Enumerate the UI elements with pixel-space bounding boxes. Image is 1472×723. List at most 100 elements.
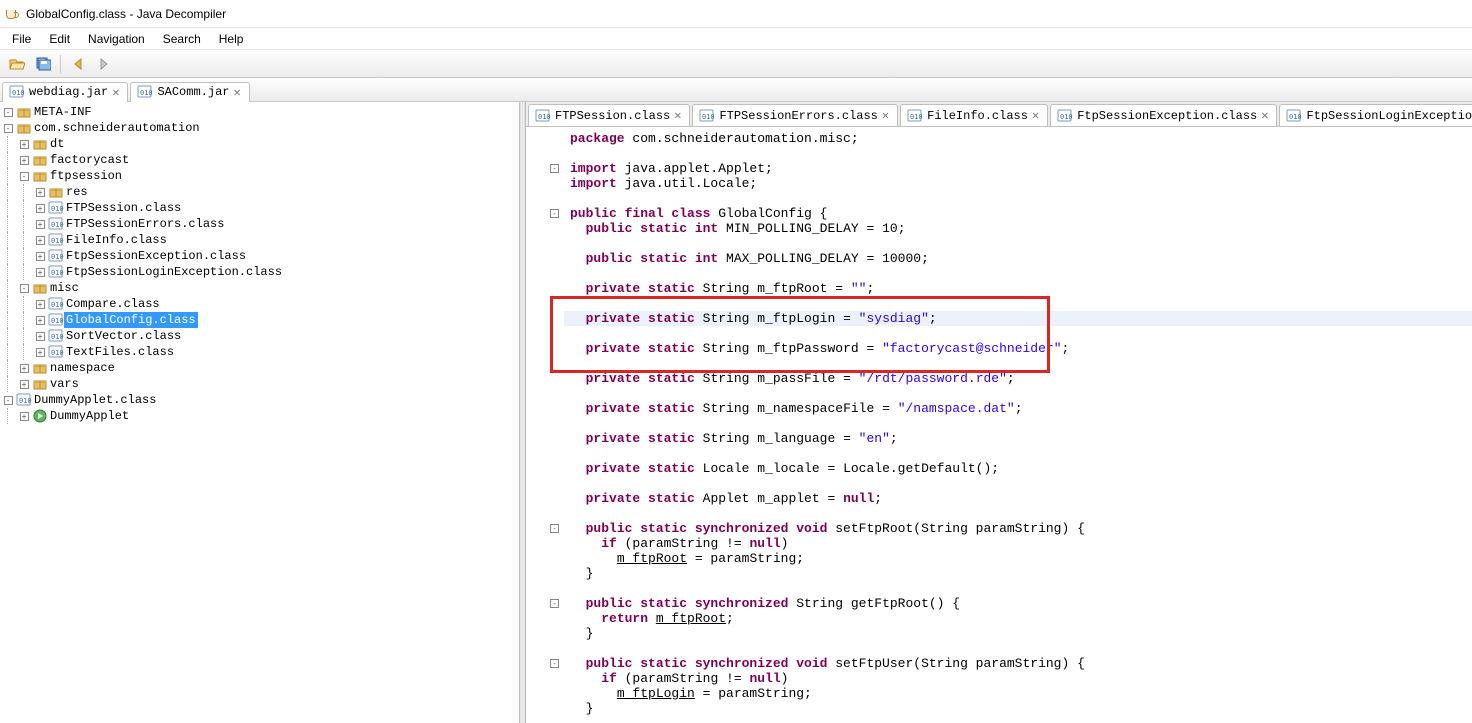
code-line[interactable]: m_ftpLogin = paramString; (564, 686, 1472, 701)
code-line[interactable]: private static Locale m_locale = Locale.… (564, 461, 1472, 476)
tree-row[interactable]: +factorycast (0, 152, 519, 168)
menu-navigation[interactable]: Navigation (80, 30, 153, 48)
code-line[interactable] (564, 356, 1472, 371)
fold-toggle[interactable]: - (550, 524, 559, 533)
code-line[interactable] (564, 416, 1472, 431)
tree-row[interactable]: +010FileInfo.class (0, 232, 519, 248)
code-line[interactable]: private static String m_language = "en"; (564, 431, 1472, 446)
toggle-icon[interactable]: - (16, 280, 32, 296)
code-line[interactable] (564, 266, 1472, 281)
code-line[interactable]: if (paramString != null) (564, 671, 1472, 686)
tree-row[interactable]: +dt (0, 136, 519, 152)
editor-tab[interactable]: 010FtpSessionException.class ✕ (1050, 104, 1277, 126)
toggle-icon[interactable]: + (32, 184, 48, 200)
code-line[interactable]: public static synchronized void setFtpRo… (564, 521, 1472, 536)
code-line[interactable]: import java.util.Locale; (564, 176, 1472, 191)
tree-row[interactable]: +010FtpSessionException.class (0, 248, 519, 264)
toggle-icon[interactable]: + (32, 232, 48, 248)
code-line[interactable] (564, 236, 1472, 251)
tree-row[interactable]: -com.schneiderautomation (0, 120, 519, 136)
jar-tab[interactable]: 010SAComm.jar ✕ (130, 82, 249, 102)
save-all-button[interactable] (32, 53, 54, 75)
tree-row[interactable]: +vars (0, 376, 519, 392)
close-icon[interactable]: ✕ (1261, 108, 1268, 123)
tree-row[interactable]: +010FTPSessionErrors.class (0, 216, 519, 232)
tree-row[interactable]: +010FtpSessionLoginException.class (0, 264, 519, 280)
toggle-icon[interactable]: + (16, 136, 32, 152)
close-icon[interactable]: ✕ (1032, 108, 1039, 123)
tree-row[interactable]: -010DummyApplet.class (0, 392, 519, 408)
toggle-icon[interactable]: + (16, 152, 32, 168)
fold-gutter[interactable]: - - - - - (548, 127, 562, 723)
close-icon[interactable]: ✕ (882, 108, 889, 123)
toggle-icon[interactable]: - (0, 120, 16, 136)
code-line[interactable]: private static Applet m_applet = null; (564, 491, 1472, 506)
tree-row[interactable]: -ftpsession (0, 168, 519, 184)
close-icon[interactable]: ✕ (112, 85, 119, 100)
code-line[interactable]: private static String m_ftpRoot = ""; (564, 281, 1472, 296)
code-line[interactable] (564, 386, 1472, 401)
toggle-icon[interactable]: - (16, 168, 32, 184)
fold-toggle[interactable]: - (550, 164, 559, 173)
code-line[interactable]: public static synchronized String getFtp… (564, 596, 1472, 611)
toggle-icon[interactable]: + (16, 408, 32, 424)
code-line[interactable] (564, 506, 1472, 521)
tree-row[interactable]: +010SortVector.class (0, 328, 519, 344)
package-explorer[interactable]: -META-INF-com.schneiderautomation+dt+fac… (0, 102, 520, 723)
code-line[interactable]: m_ftpRoot = paramString; (564, 551, 1472, 566)
editor-tab[interactable]: 010FileInfo.class ✕ (900, 104, 1048, 126)
tree-row[interactable]: +DummyApplet (0, 408, 519, 424)
menu-edit[interactable]: Edit (41, 30, 78, 48)
code-line[interactable] (564, 296, 1472, 311)
code-line[interactable]: public static int MAX_POLLING_DELAY = 10… (564, 251, 1472, 266)
toggle-icon[interactable]: + (16, 360, 32, 376)
editor-tab[interactable]: 010FTPSessionErrors.class ✕ (692, 104, 898, 126)
toggle-icon[interactable]: - (0, 104, 16, 120)
code-line[interactable]: } (564, 626, 1472, 641)
code-line[interactable]: private static String m_namespaceFile = … (564, 401, 1472, 416)
back-button[interactable] (67, 53, 89, 75)
menu-help[interactable]: Help (211, 30, 252, 48)
close-icon[interactable]: ✕ (674, 108, 681, 123)
editor-tab[interactable]: 010FTPSession.class ✕ (528, 104, 690, 126)
code-line[interactable] (564, 581, 1472, 596)
editor-tab[interactable]: 010FtpSessionLoginException.class ✕ (1279, 104, 1472, 126)
code-line[interactable] (564, 446, 1472, 461)
fold-toggle[interactable]: - (550, 659, 559, 668)
close-icon[interactable]: ✕ (233, 85, 240, 100)
toggle-icon[interactable]: + (32, 312, 48, 328)
tree-row[interactable]: -misc (0, 280, 519, 296)
menu-file[interactable]: File (4, 30, 39, 48)
fold-toggle[interactable]: - (550, 209, 559, 218)
tree-row[interactable]: +res (0, 184, 519, 200)
code-line[interactable]: public static int MIN_POLLING_DELAY = 10… (564, 221, 1472, 236)
tree[interactable]: -META-INF-com.schneiderautomation+dt+fac… (0, 102, 519, 426)
code-line[interactable]: } (564, 701, 1472, 716)
code-line[interactable] (564, 191, 1472, 206)
toggle-icon[interactable]: + (32, 296, 48, 312)
code-line[interactable] (564, 326, 1472, 341)
menu-search[interactable]: Search (155, 30, 209, 48)
toggle-icon[interactable]: + (32, 248, 48, 264)
code-line[interactable]: return m_ftpRoot; (564, 611, 1472, 626)
code-line[interactable] (564, 476, 1472, 491)
forward-button[interactable] (93, 53, 115, 75)
open-button[interactable] (6, 53, 28, 75)
tree-row[interactable]: +010TextFiles.class (0, 344, 519, 360)
code-line[interactable]: import java.applet.Applet; (564, 161, 1472, 176)
tree-row[interactable]: +010FTPSession.class (0, 200, 519, 216)
code-line[interactable]: private static String m_ftpPassword = "f… (564, 341, 1472, 356)
tree-row[interactable]: -META-INF (0, 104, 519, 120)
tree-row[interactable]: +010Compare.class (0, 296, 519, 312)
toggle-icon[interactable]: + (32, 264, 48, 280)
code-line[interactable]: if (paramString != null) (564, 536, 1472, 551)
code-line[interactable]: private static String m_passFile = "/rdt… (564, 371, 1472, 386)
editor-body[interactable]: - - - - - package com.schneiderautomation.mi… (526, 127, 1472, 723)
toggle-icon[interactable]: + (32, 200, 48, 216)
code-line[interactable]: public static synchronized void setFtpUs… (564, 656, 1472, 671)
code-line[interactable]: } (564, 566, 1472, 581)
fold-toggle[interactable]: - (550, 599, 559, 608)
code-line[interactable]: package com.schneiderautomation.misc; (564, 131, 1472, 146)
tree-row[interactable]: +010GlobalConfig.class (0, 312, 519, 328)
code-line[interactable] (564, 146, 1472, 161)
